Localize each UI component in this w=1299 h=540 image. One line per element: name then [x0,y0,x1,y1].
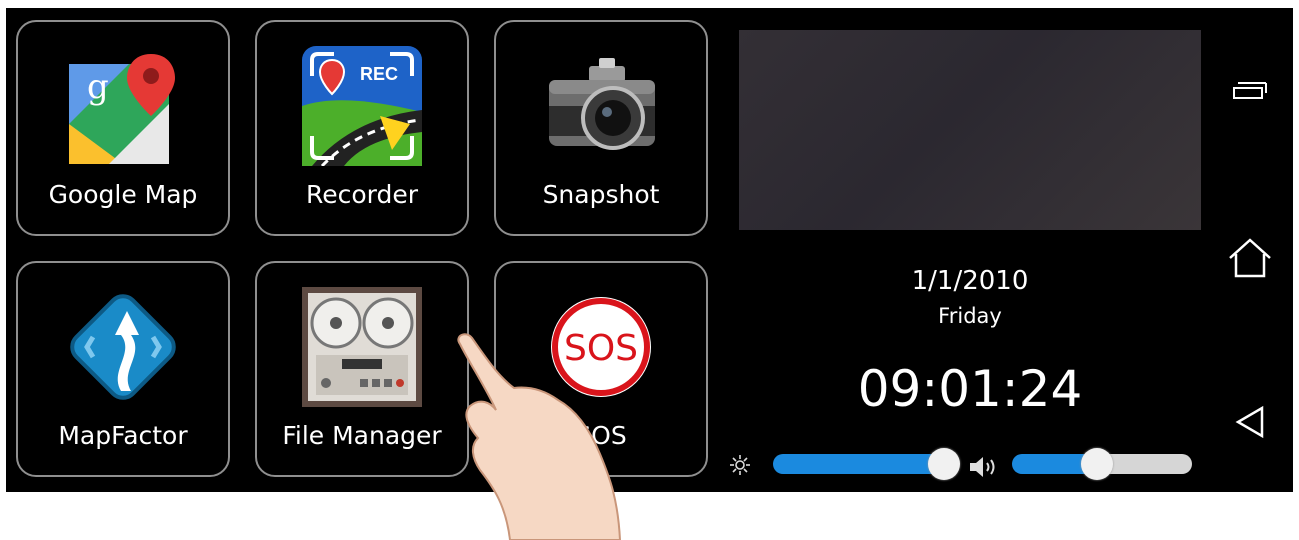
tape-recorder-icon [302,287,422,407]
app-label: Snapshot [542,180,660,209]
home-screen: g Google Map REC Recorder Snapshot MapFa… [6,8,1293,492]
brightness-slider-knob[interactable] [928,448,961,480]
app-tile-mapfactor[interactable]: MapFactor [16,261,230,477]
recents-icon[interactable] [1222,62,1278,118]
google-maps-icon: g [69,54,175,164]
brightness-icon [730,455,750,475]
speaker-icon [970,457,995,477]
recorder-icon: REC [302,46,422,166]
back-icon[interactable] [1222,394,1278,450]
mapfactor-icon [70,294,176,400]
weekday-text: Friday [938,304,1002,328]
app-tile-recorder[interactable]: REC Recorder [255,20,469,236]
volume-slider-knob[interactable] [1080,448,1113,480]
app-tile-google-map[interactable]: g Google Map [16,20,230,236]
app-tile-snapshot[interactable]: Snapshot [494,20,708,236]
app-label: Google Map [48,180,198,209]
svg-text:REC: REC [360,64,398,84]
app-label: MapFactor [58,421,188,450]
volume-slider[interactable] [1012,448,1192,480]
svg-text:g: g [87,67,109,107]
time-text: 09:01:24 [857,360,1083,418]
app-label: File Manager [282,421,442,450]
camera-icon [549,58,655,150]
home-icon[interactable] [1222,230,1278,286]
brightness-slider[interactable] [773,448,961,480]
app-label: Recorder [305,180,419,209]
camera-preview[interactable] [739,30,1201,230]
pointing-hand-icon [457,333,622,540]
date-text: 1/1/2010 [911,266,1029,296]
app-tile-file-manager[interactable]: File Manager [255,261,469,477]
